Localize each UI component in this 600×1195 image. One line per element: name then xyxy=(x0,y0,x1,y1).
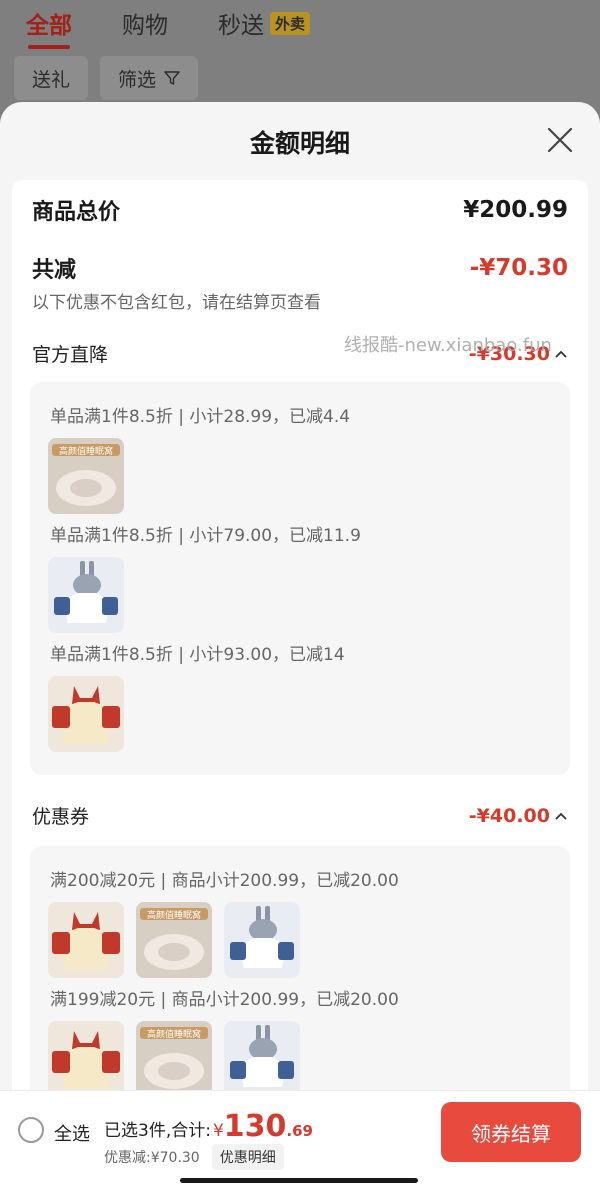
section-amount: -¥40.00 xyxy=(469,805,568,827)
discount-line: 单品满1件8.5折 | 小计93.00，已减14 xyxy=(50,645,345,665)
product-thumb-fox-hoodie[interactable] xyxy=(48,1021,124,1097)
product-thumb-pet-bed[interactable]: 高颜值睡眠窝 xyxy=(48,438,124,514)
chip-gift-label: 送礼 xyxy=(32,68,71,91)
currency-symbol: ¥ xyxy=(212,1121,224,1141)
chip-filter[interactable]: 筛选 xyxy=(100,56,199,100)
funnel-icon xyxy=(164,71,180,85)
discount-line: 单品满1件8.5折 | 小计79.00，已减11.9 xyxy=(50,526,361,546)
savings-text: 优惠减:¥70.30 xyxy=(104,1150,200,1166)
discount-detail-button[interactable]: 优惠明细 xyxy=(211,1144,284,1170)
total-price-value: ¥200.99 xyxy=(463,197,568,223)
product-thumbs: 高颜值睡眠窝 xyxy=(48,1021,312,1097)
select-all-label[interactable]: 全选 xyxy=(54,1120,90,1146)
tab-shopping-label: 购物 xyxy=(122,13,168,39)
tab-all[interactable]: 全部 xyxy=(26,6,72,49)
chip-gift[interactable]: 送礼 xyxy=(14,56,89,100)
official-discount-panel: 单品满1件8.5折 | 小计28.99，已减4.4 高颜值睡眠窝 单品满1件8.… xyxy=(30,382,570,775)
product-thumb-bunny-hoodie[interactable] xyxy=(48,557,124,633)
close-icon[interactable] xyxy=(546,126,574,154)
total-reduce-row: 共减 -¥70.30 xyxy=(32,252,568,284)
total-reduce-value: -¥70.30 xyxy=(469,255,568,281)
product-thumb-pet-bed[interactable]: 高颜值睡眠窝 xyxy=(136,1021,212,1097)
chip-filter-label: 筛选 xyxy=(118,68,157,91)
product-thumb-fox-hoodie[interactable] xyxy=(48,676,124,752)
discount-line: 满199减20元 | 商品小计200.99，已减20.00 xyxy=(50,990,399,1010)
select-all-radio[interactable] xyxy=(18,1117,44,1143)
selected-total: 已选3件,合计: ¥ 130 .69 xyxy=(104,1109,313,1144)
fox-hoodie-image xyxy=(48,1021,124,1097)
fox-hoodie-image xyxy=(48,676,124,752)
svg-text:高颜值睡眠窝: 高颜值睡眠窝 xyxy=(59,445,113,457)
product-thumbs xyxy=(48,557,136,633)
home-indicator xyxy=(180,1178,418,1183)
product-thumb-bunny-hoodie[interactable] xyxy=(224,1021,300,1097)
svg-text:高颜值睡眠窝: 高颜值睡眠窝 xyxy=(147,909,201,921)
selected-text: 已选3件,合计: xyxy=(104,1121,211,1141)
amount-detail-sheet: 金额明细 商品总价 ¥200.99 共减 -¥70.30 以下优惠不包含红包，请… xyxy=(0,102,600,1195)
top-tabs: 全部 购物 秒送 外卖 xyxy=(26,6,360,49)
discount-line: 满200减20元 | 商品小计200.99，已减20.00 xyxy=(50,871,399,891)
product-thumbs xyxy=(48,676,136,752)
product-thumbs: 高颜值睡眠窝 xyxy=(48,902,312,978)
discount-line: 单品满1件8.5折 | 小计28.99，已减4.4 xyxy=(50,407,351,427)
discount-note: 以下优惠不包含红包，请在结算页查看 xyxy=(32,293,321,313)
pet-bed-image: 高颜值睡眠窝 xyxy=(48,438,124,514)
total-price-row: 商品总价 ¥200.99 xyxy=(32,194,568,226)
total-integer: 130 xyxy=(223,1109,287,1144)
sheet-title: 金额明细 xyxy=(249,129,350,158)
pet-bed-image: 高颜值睡眠窝 xyxy=(136,902,212,978)
pet-bed-image: 高颜值睡眠窝 xyxy=(136,1021,212,1097)
chevron-up-icon[interactable] xyxy=(554,349,568,359)
takeout-badge: 外卖 xyxy=(270,11,311,35)
product-thumb-bunny-hoodie[interactable] xyxy=(224,902,300,978)
savings-line: 优惠减:¥70.30 优惠明细 xyxy=(104,1144,284,1170)
tab-all-label: 全部 xyxy=(26,13,72,39)
total-reduce-label: 共减 xyxy=(32,258,77,283)
total-decimal: .69 xyxy=(286,1122,313,1140)
tab-instant-delivery-label: 秒送 xyxy=(218,13,264,39)
product-thumb-fox-hoodie[interactable] xyxy=(48,902,124,978)
total-price-label: 商品总价 xyxy=(32,200,121,225)
detail-card: 商品总价 ¥200.99 共减 -¥70.30 以下优惠不包含红包，请在结算页查… xyxy=(12,180,588,1186)
filter-chips: 送礼 筛选 xyxy=(14,56,210,100)
product-thumbs: 高颜值睡眠窝 xyxy=(48,438,136,514)
section-label: 优惠券 xyxy=(32,806,90,828)
tab-instant-delivery[interactable]: 秒送 外卖 xyxy=(218,6,311,40)
product-thumb-pet-bed[interactable]: 高颜值睡眠窝 xyxy=(136,902,212,978)
section-amount-text: -¥40.00 xyxy=(468,804,550,827)
bunny-hoodie-image xyxy=(224,1021,300,1097)
svg-text:高颜值睡眠窝: 高颜值睡眠窝 xyxy=(147,1028,201,1040)
section-label: 官方直降 xyxy=(32,344,109,366)
tab-shopping[interactable]: 购物 xyxy=(122,6,168,40)
section-coupons[interactable]: 优惠券 -¥40.00 xyxy=(32,802,568,829)
fox-hoodie-image xyxy=(48,902,124,978)
checkout-button[interactable]: 领券结算 xyxy=(441,1102,581,1162)
watermark-text: 线报酷-new.xianbao.fun xyxy=(344,335,552,356)
bunny-hoodie-image xyxy=(48,557,124,633)
bunny-hoodie-image xyxy=(224,902,300,978)
chevron-up-icon[interactable] xyxy=(554,811,568,821)
